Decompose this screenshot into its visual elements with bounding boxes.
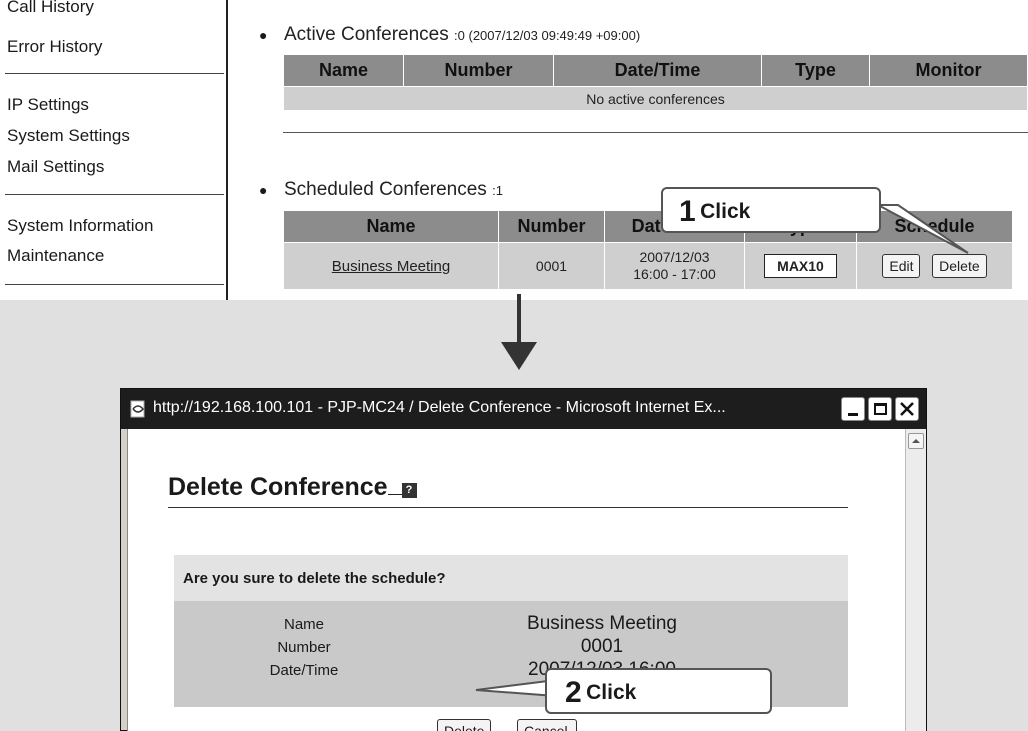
callout-text: Click (586, 681, 637, 704)
minimize-icon (848, 413, 858, 416)
col-header-type: Type (761, 54, 870, 87)
conference-list-screen: Call History Error History IP Settings S… (0, 0, 1028, 300)
conference-datetime-cell: 2007/12/03 16:00 - 17:00 (604, 242, 745, 290)
window-titlebar[interactable]: http://192.168.100.101 - PJP-MC24 / Dele… (121, 389, 926, 429)
section-divider (283, 132, 1028, 133)
page-title: Delete Conference? (168, 473, 417, 502)
active-conferences-table: Name Number Date/Time Type Monitor No ac… (283, 54, 1028, 111)
col-header-monitor: Monitor (869, 54, 1028, 87)
scheduled-meta: :1 (492, 183, 503, 198)
cancel-button[interactable]: Cancel (517, 719, 577, 731)
close-icon (900, 402, 914, 416)
detail-value-name: Business Meeting (527, 613, 677, 634)
maximize-icon (874, 403, 887, 415)
sidebar-item-error-history[interactable]: Error History (7, 37, 102, 57)
col-header-name: Name (283, 54, 404, 87)
minimize-button[interactable] (841, 397, 865, 421)
dialog-heading: Delete Conference (168, 473, 388, 501)
datetime-line1: 2007/12/03 (639, 249, 710, 265)
col-header-name: Name (283, 210, 499, 243)
confirm-message: Are you sure to delete the schedule? (183, 570, 446, 587)
callout-step-2: 2 Click (545, 668, 772, 714)
scheduled-title: Scheduled Conferences (284, 179, 487, 200)
sidebar-divider (5, 73, 224, 74)
window-title: http://192.168.100.101 - PJP-MC24 / Dele… (153, 399, 726, 416)
active-conferences-heading: Active Conferences :0 (2007/12/03 09:49:… (284, 24, 640, 46)
callout-number: 2 (565, 676, 582, 709)
confirm-delete-button[interactable]: Delete (437, 719, 492, 731)
sidebar-item-system-settings[interactable]: System Settings (7, 126, 130, 146)
callout-text: Click (700, 200, 751, 223)
ie-page-icon (130, 400, 145, 418)
down-arrow-icon (501, 294, 537, 370)
callout-pointer (877, 204, 969, 254)
sidebar-item-system-information[interactable]: System Information (7, 216, 153, 236)
sidebar: Call History Error History IP Settings S… (0, 0, 228, 300)
sidebar-item-ip-settings[interactable]: IP Settings (7, 95, 89, 115)
sidebar-item-call-history[interactable]: Call History (7, 0, 94, 17)
help-icon[interactable]: ? (401, 483, 417, 498)
active-title: Active Conferences (284, 24, 449, 45)
close-button[interactable] (895, 397, 919, 421)
callout-number: 1 (679, 195, 696, 228)
sidebar-divider (5, 284, 224, 285)
chevron-up-icon (912, 439, 920, 443)
maximize-button[interactable] (868, 397, 892, 421)
type-badge: MAX10 (764, 254, 837, 278)
col-header-datetime: Date/Time (553, 54, 762, 87)
col-header-number: Number (498, 210, 605, 243)
conference-type-cell: MAX10 (744, 242, 857, 290)
sidebar-item-maintenance[interactable]: Maintenance (7, 246, 104, 266)
col-header-number: Number (403, 54, 554, 87)
detail-label-number: Number (277, 639, 331, 656)
heading-rule (168, 507, 848, 508)
sidebar-divider (5, 194, 224, 195)
sidebar-item-mail-settings[interactable]: Mail Settings (7, 157, 104, 177)
datetime-line2: 16:00 - 17:00 (633, 266, 716, 282)
conference-number-cell: 0001 (498, 242, 605, 290)
empty-row: No active conferences (283, 86, 1028, 111)
scheduled-conferences-heading: Scheduled Conferences :1 (284, 179, 503, 201)
bullet-icon: ● (259, 182, 268, 198)
detail-label-datetime: Date/Time (269, 662, 339, 679)
vertical-scrollbar[interactable] (905, 429, 926, 731)
conference-name-link[interactable]: Business Meeting (332, 258, 450, 275)
conference-name-cell: Business Meeting (283, 242, 499, 290)
active-meta: :0 (2007/12/03 09:49:49 +09:00) (454, 28, 641, 43)
detail-label-name: Name (283, 616, 324, 633)
scroll-up-button[interactable] (908, 433, 924, 449)
detail-value-number: 0001 (580, 636, 624, 657)
callout-step-1: 1 Click (661, 187, 881, 233)
bullet-icon: ● (259, 27, 268, 43)
confirm-band: Are you sure to delete the schedule? (174, 555, 848, 601)
